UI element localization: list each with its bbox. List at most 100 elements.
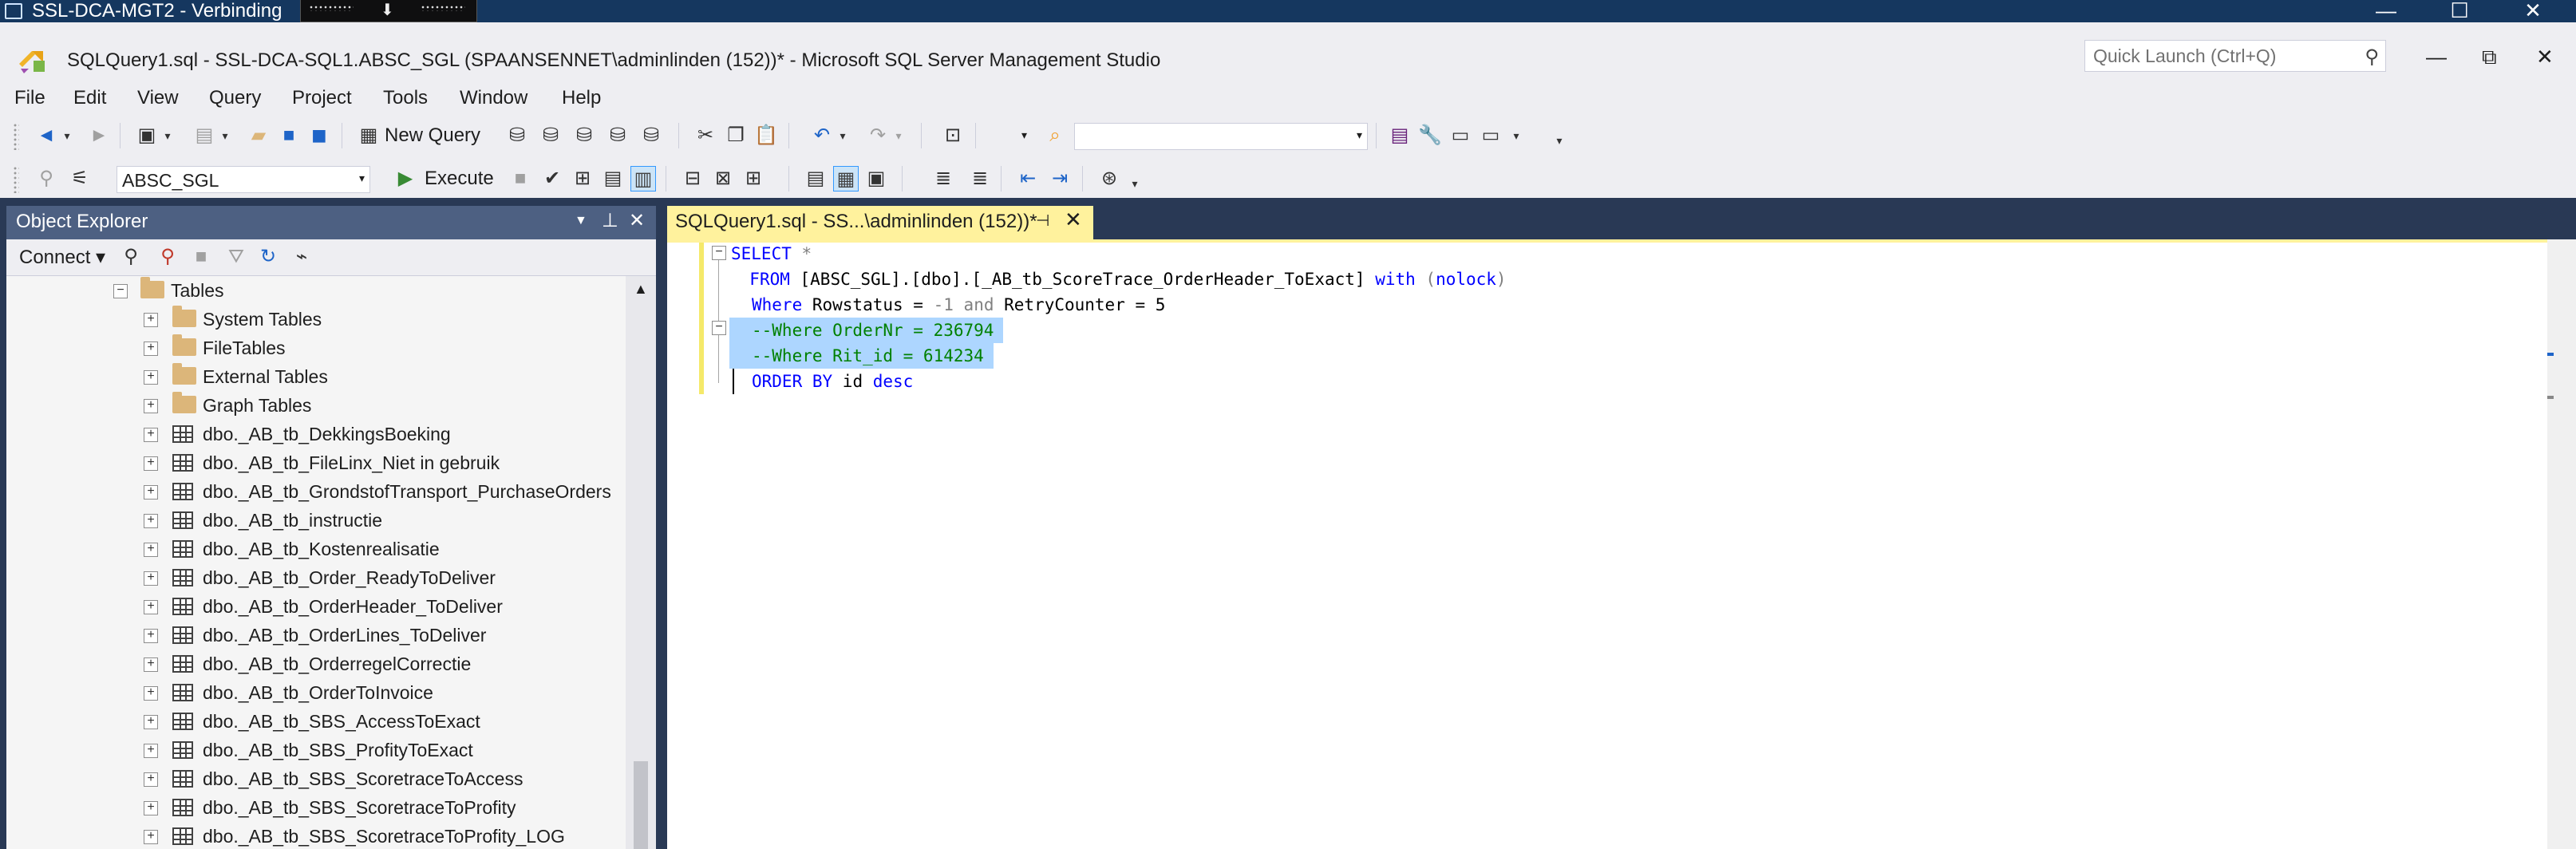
copy-icon[interactable]: ❐: [723, 123, 749, 148]
activity-monitor-icon[interactable]: ⊡: [940, 123, 966, 148]
collapse-icon[interactable]: −: [113, 284, 128, 298]
live-query-stats-icon[interactable]: ⊠: [710, 166, 736, 192]
new-project-dropdown-icon[interactable]: ▾: [160, 123, 176, 148]
comment-out-icon[interactable]: ≣: [930, 166, 956, 192]
expand-icon[interactable]: +: [144, 571, 158, 586]
object-explorer-icon[interactable]: ▤: [1387, 123, 1412, 148]
tree-node[interactable]: + dbo._AB_tb_OrderLines_ToDeliver: [6, 621, 626, 650]
scroll-up-icon[interactable]: ▲: [634, 281, 648, 298]
menu-window[interactable]: Window: [460, 86, 527, 110]
toolbar-grip[interactable]: [13, 166, 19, 193]
expand-icon[interactable]: +: [144, 485, 158, 500]
expand-icon[interactable]: +: [144, 514, 158, 528]
quick-launch-input[interactable]: Quick Launch (Ctrl+Q) ⚲: [2084, 40, 2386, 72]
command-window-icon[interactable]: ▭: [1478, 123, 1503, 148]
display-estimated-plan-icon[interactable]: ⊞: [570, 166, 595, 192]
decrease-indent-icon[interactable]: ⇤: [1015, 166, 1041, 192]
tree-node[interactable]: − Tables: [6, 276, 626, 305]
redo-dropdown-icon[interactable]: ▾: [891, 123, 907, 148]
increase-indent-icon[interactable]: ⇥: [1047, 166, 1073, 192]
chevron-down-icon[interactable]: ⬇: [381, 0, 394, 20]
expand-icon[interactable]: +: [144, 456, 158, 471]
results-to-grid-icon[interactable]: ▦: [833, 166, 859, 192]
expand-icon[interactable]: +: [144, 772, 158, 787]
expand-icon[interactable]: +: [144, 600, 158, 614]
expand-icon[interactable]: +: [144, 830, 158, 844]
search-icon[interactable]: ⚲: [2365, 45, 2379, 69]
tree-node[interactable]: + dbo._AB_tb_OrderToInvoice: [6, 678, 626, 707]
undo-icon[interactable]: ↶: [809, 123, 835, 148]
remote-minimize-button[interactable]: —: [2370, 0, 2402, 22]
parse-icon[interactable]: ✔: [539, 166, 565, 192]
menu-query[interactable]: Query: [209, 86, 261, 110]
refresh-icon[interactable]: ↻: [255, 244, 281, 270]
tree-node[interactable]: + dbo._AB_tb_OrderHeader_ToDeliver: [6, 592, 626, 621]
query-editor[interactable]: − − SELECT * FROM [ABSC_SGL].[dbo].[_AB_…: [667, 243, 2547, 849]
expand-icon[interactable]: +: [144, 744, 158, 758]
expand-icon[interactable]: +: [144, 543, 158, 557]
add-item-icon[interactable]: ▤: [192, 123, 217, 148]
scroll-thumb[interactable]: [634, 761, 648, 849]
close-button[interactable]: ✕: [2536, 45, 2554, 69]
toolbar-overflow-icon[interactable]: ▾: [1127, 171, 1143, 196]
menu-help[interactable]: Help: [562, 86, 601, 110]
xmla-query-icon[interactable]: ⛁: [605, 123, 630, 148]
toolbox-icon[interactable]: ▭: [1448, 123, 1473, 148]
properties-icon[interactable]: 🔧: [1417, 123, 1443, 148]
tree-node[interactable]: + dbo._AB_tb_SBS_ProfityToExact: [6, 736, 626, 764]
stop-icon[interactable]: ■: [188, 244, 214, 270]
tree-node[interactable]: + dbo._AB_tb_DekkingsBoeking: [6, 420, 626, 448]
menu-tools[interactable]: Tools: [383, 86, 428, 110]
object-explorer-scrollbar[interactable]: ▲: [626, 276, 656, 849]
tree-node[interactable]: + Graph Tables: [6, 391, 626, 420]
new-query-button[interactable]: New Query: [385, 123, 480, 148]
results-to-text-icon[interactable]: ▤: [803, 166, 828, 192]
tree-node[interactable]: + dbo._AB_tb_SBS_AccessToExact: [6, 707, 626, 736]
tree-node[interactable]: + dbo._AB_tb_Kostenrealisatie: [6, 535, 626, 563]
restore-button[interactable]: ⧉: [2482, 45, 2497, 70]
tree-node[interactable]: + dbo._AB_tb_SBS_ScoretraceToAccess: [6, 764, 626, 793]
client-statistics-icon[interactable]: ⊞: [741, 166, 766, 192]
toolbar-overflow-icon[interactable]: ▾: [1551, 128, 1567, 153]
expand-icon[interactable]: +: [144, 313, 158, 327]
collapse-toggle[interactable]: −: [712, 321, 726, 335]
database-engine-query-icon[interactable]: ⛁: [504, 123, 530, 148]
expand-icon[interactable]: +: [144, 399, 158, 413]
pin-icon[interactable]: ⊥: [602, 209, 618, 232]
dax-query-icon[interactable]: ⛁: [638, 123, 664, 148]
execute-button[interactable]: Execute: [425, 166, 494, 192]
expand-icon[interactable]: +: [144, 629, 158, 643]
mdx-query-icon[interactable]: ⛁: [538, 123, 563, 148]
connection-bar-pin[interactable]: ⬇: [300, 0, 477, 22]
pin-tab-icon[interactable]: ⊣: [1036, 211, 1049, 231]
expand-icon[interactable]: +: [144, 801, 158, 815]
connect-button[interactable]: Connect ▾: [19, 246, 105, 269]
solution-config-combo[interactable]: ▾: [985, 123, 1033, 150]
include-actual-plan-icon[interactable]: ⊟: [680, 166, 705, 192]
change-connection-icon[interactable]: ⚟: [67, 166, 93, 192]
filter-icon[interactable]: ⛛: [223, 244, 249, 270]
find-icon[interactable]: ⌕: [1042, 123, 1068, 148]
close-tab-icon[interactable]: ✕: [1065, 207, 1082, 232]
tree-node[interactable]: + dbo._AB_tb_FileLinx_Niet in gebruik: [6, 448, 626, 477]
tree-node[interactable]: + dbo._AB_tb_Order_ReadyToDeliver: [6, 563, 626, 592]
close-icon[interactable]: ✕: [629, 209, 645, 232]
menu-file[interactable]: File: [14, 86, 45, 110]
connect-object-explorer-icon[interactable]: ⚲: [118, 244, 144, 270]
cut-icon[interactable]: ✂: [693, 123, 718, 148]
uncomment-icon[interactable]: ≣: [967, 166, 993, 192]
results-to-file-icon[interactable]: ▣: [863, 166, 889, 192]
cancel-query-icon[interactable]: ■: [508, 166, 533, 192]
remote-maximize-button[interactable]: ☐: [2444, 0, 2475, 22]
new-project-icon[interactable]: ▣: [134, 123, 160, 148]
connect-icon[interactable]: ⚲: [34, 166, 59, 192]
expand-icon[interactable]: +: [144, 342, 158, 356]
forward-icon[interactable]: ►: [86, 123, 112, 148]
available-databases-combo[interactable]: ABSC_SGL ▾: [117, 166, 370, 193]
expand-icon[interactable]: +: [144, 428, 158, 442]
tree-node[interactable]: + dbo._AB_tb_SBS_ScoretraceToProfity: [6, 793, 626, 822]
menu-project[interactable]: Project: [292, 86, 352, 110]
add-item-dropdown-icon[interactable]: ▾: [217, 123, 233, 148]
collapse-toggle[interactable]: −: [712, 246, 726, 260]
find-combo[interactable]: ▾: [1074, 123, 1368, 150]
